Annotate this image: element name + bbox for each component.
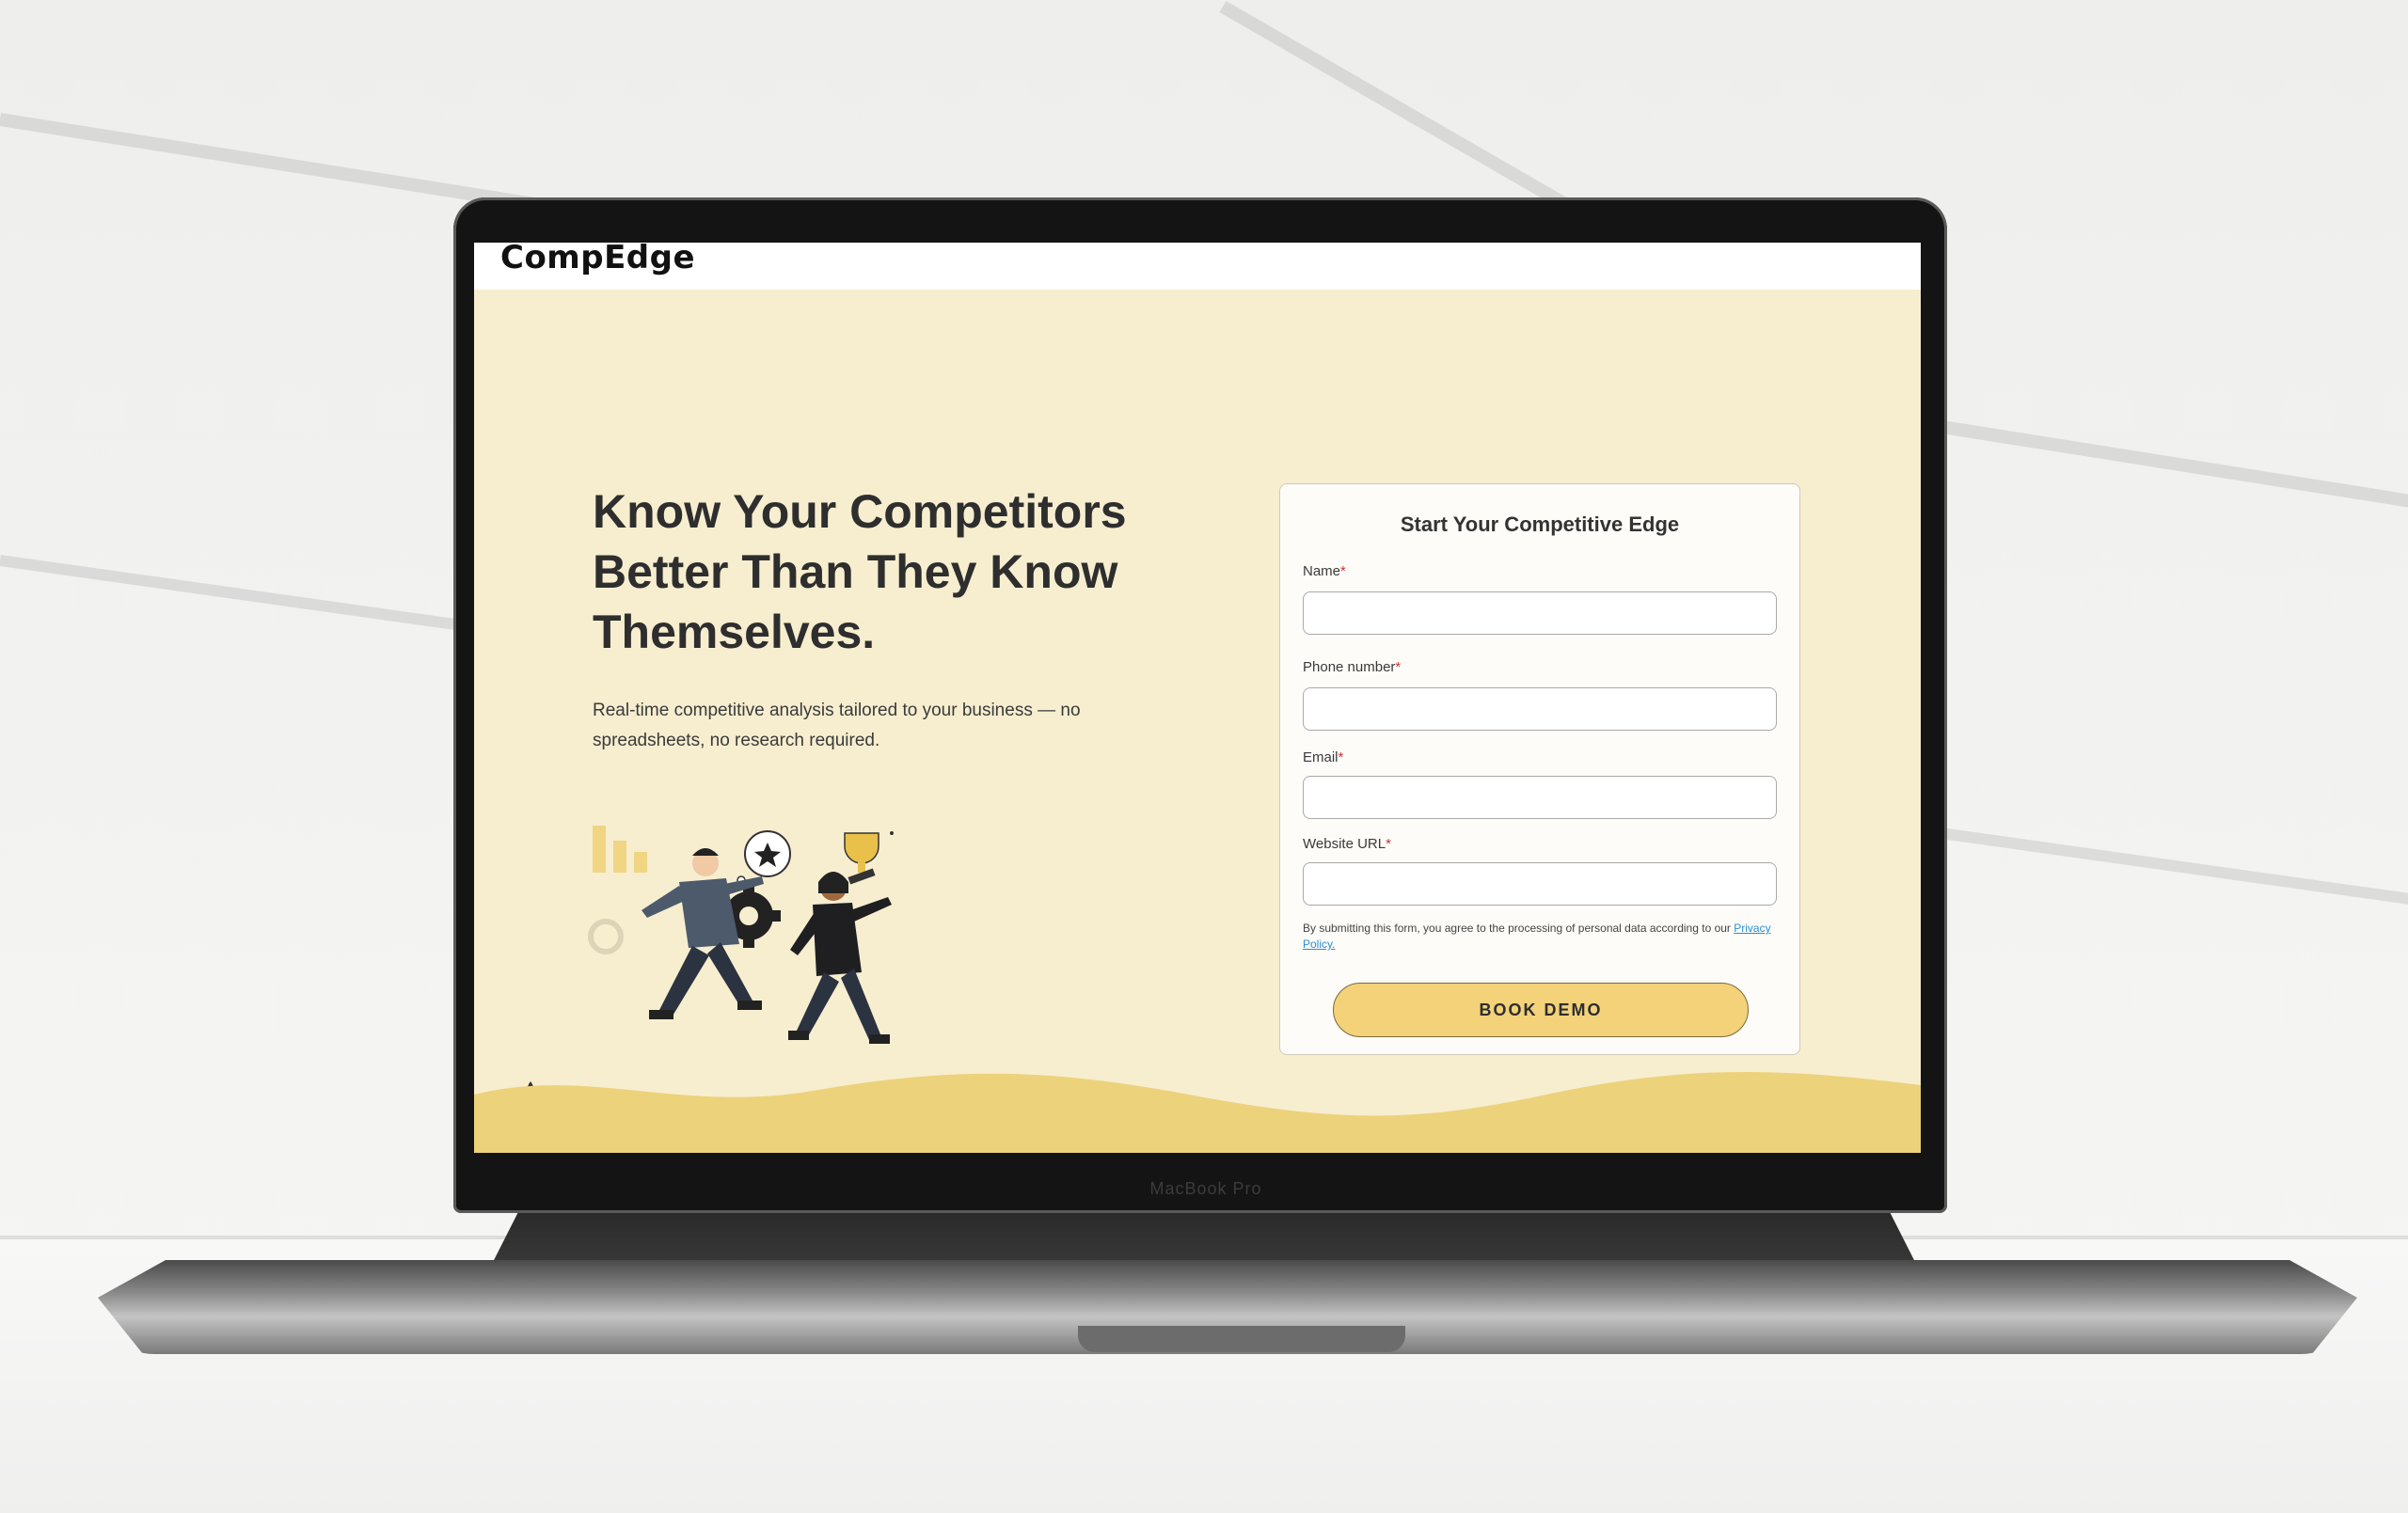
consent-text: By submitting this form, you agree to th… [1303,922,1771,951]
bar-chart-icon [593,826,647,873]
hero-title: Know Your Competitors Better Than They K… [593,485,1127,658]
yellow-wave-decoration [474,1072,1921,1153]
device-label: MacBook Pro [1149,1179,1262,1198]
woman-running-figure [788,872,892,1044]
star-bubble-icon [737,830,791,885]
hero-subtitle: Real-time competitive analysis tailored … [593,701,1081,750]
laptop-screen: CompEdge Know Your Competitors Better Th… [474,243,1921,1153]
book-demo-button[interactable]: BOOK DEMO [1333,983,1749,1037]
phone-label: Phone number* [1303,659,1402,675]
name-label: Name* [1303,563,1346,579]
gear-outline-icon [588,919,624,954]
email-label: Email* [1303,749,1344,765]
form-title: Start Your Competitive Edge [1400,512,1680,536]
site-header: CompEdge [474,243,1921,290]
email-input[interactable] [1303,776,1777,819]
website-url-input[interactable] [1303,862,1777,906]
demo-request-form: Start Your Competitive Edge Name* Phone … [1279,483,1800,1055]
website-url-label: Website URL* [1303,836,1391,852]
name-input[interactable] [1303,591,1777,635]
phone-input[interactable] [1303,687,1777,731]
laptop-notch [1078,1326,1405,1352]
site-logo[interactable]: CompEdge [500,243,695,276]
trophy-icon [844,831,894,885]
